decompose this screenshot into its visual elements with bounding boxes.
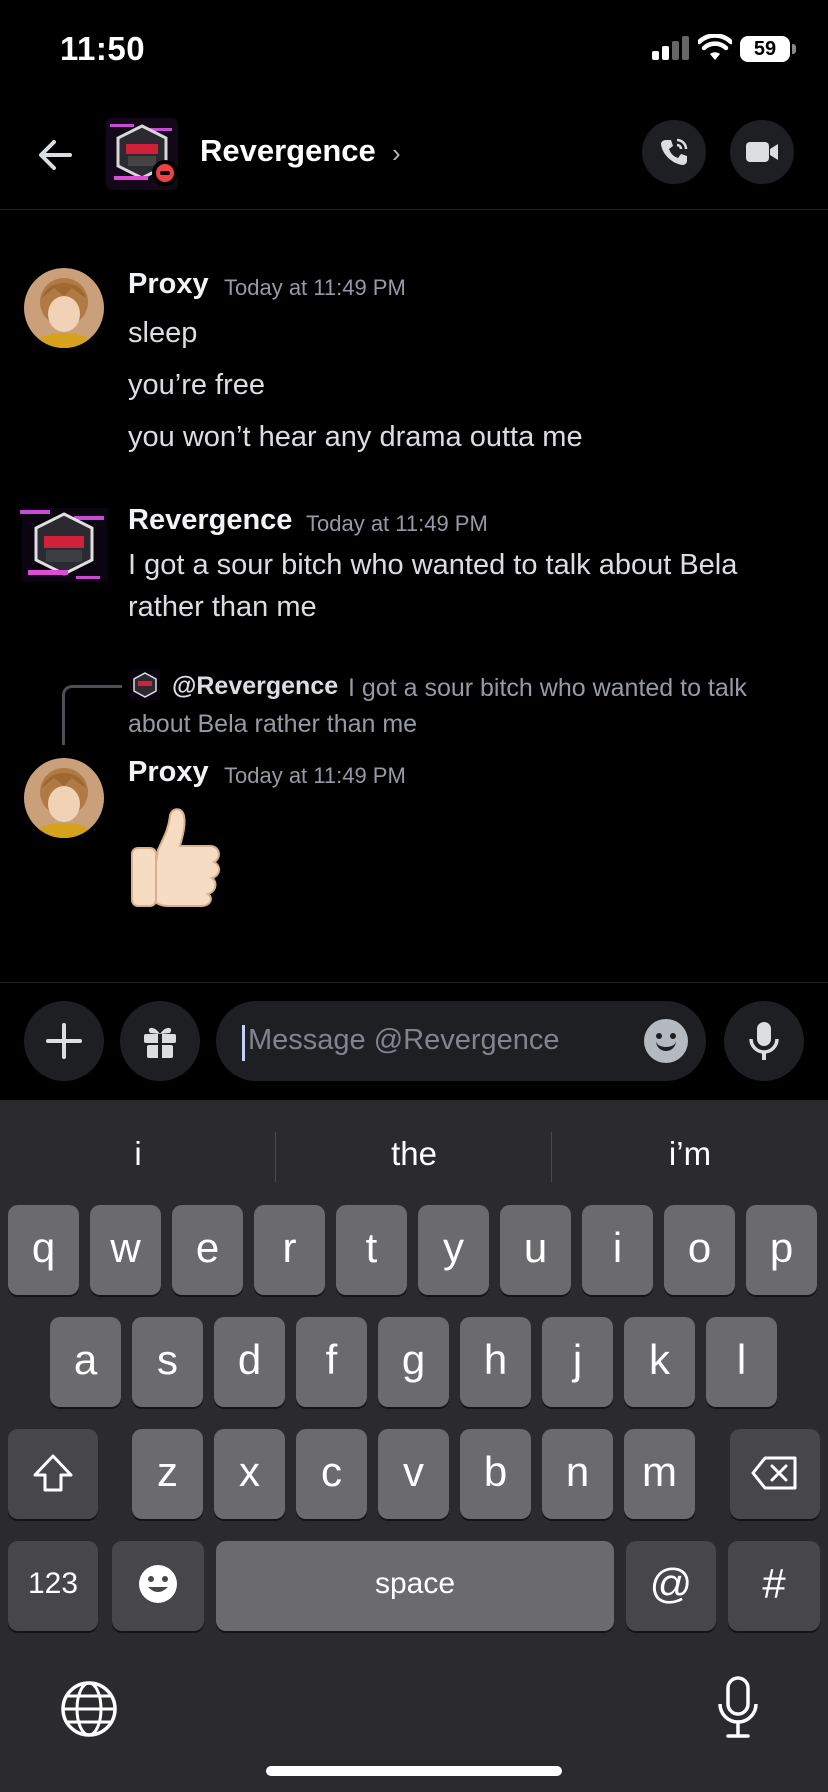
message-input-placeholder: Message @Revergence [248, 1024, 560, 1056]
backspace-key[interactable] [730, 1429, 820, 1519]
key-d[interactable]: d [214, 1317, 285, 1407]
avatar[interactable] [24, 758, 104, 838]
dictation-microphone-icon[interactable] [716, 1676, 760, 1740]
at-key[interactable]: @ [626, 1541, 716, 1631]
key-w[interactable]: w [90, 1205, 161, 1295]
reply-mention[interactable]: @Revergence [172, 672, 338, 701]
backspace-icon [751, 1456, 797, 1490]
key-o[interactable]: o [664, 1205, 735, 1295]
microphone-icon [749, 1022, 779, 1060]
key-y[interactable]: y [418, 1205, 489, 1295]
back-arrow-icon[interactable] [32, 130, 82, 180]
key-c[interactable]: c [296, 1429, 367, 1519]
key-g[interactable]: g [378, 1317, 449, 1407]
video-camera-icon [746, 142, 778, 162]
emoji-icon [139, 1565, 177, 1603]
key-f[interactable]: f [296, 1317, 367, 1407]
emoji-picker-icon[interactable] [644, 1019, 688, 1063]
key-p[interactable]: p [746, 1205, 817, 1295]
emoji-keyboard-key[interactable] [112, 1541, 204, 1631]
gift-icon [144, 1027, 176, 1058]
ios-keyboard: i the i’m q w e r t y u i o p a s d f g … [0, 1100, 828, 1792]
status-bar: 11:50 59 [0, 0, 828, 100]
shift-arrow-icon [33, 1454, 73, 1492]
message-line: I got a sour bitch who wanted to talk ab… [128, 549, 738, 581]
message-author[interactable]: Proxy [128, 756, 209, 789]
message-line: you’re free [128, 369, 266, 401]
thumbs-up-icon [131, 808, 220, 907]
key-x[interactable]: x [214, 1429, 285, 1519]
dm-header: Revergence › [0, 100, 828, 210]
plus-icon [46, 1023, 82, 1059]
suggestion[interactable]: the [276, 1124, 552, 1184]
voice-call-button[interactable] [642, 120, 706, 184]
key-z[interactable]: z [132, 1429, 203, 1519]
message-line: sleep [128, 317, 198, 349]
revergence-avatar-image [20, 508, 108, 582]
header-title[interactable]: Revergence [200, 133, 376, 169]
message-line: you won’t hear any drama outta me [128, 421, 583, 453]
key-r[interactable]: r [254, 1205, 325, 1295]
home-indicator[interactable] [266, 1766, 562, 1776]
status-time: 11:50 [60, 30, 146, 67]
reply-avatar [130, 670, 160, 700]
message-line: rather than me [128, 591, 317, 623]
key-j[interactable]: j [542, 1317, 613, 1407]
hash-key[interactable]: # [728, 1541, 820, 1631]
phone-icon [661, 138, 688, 165]
key-l[interactable]: l [706, 1317, 777, 1407]
proxy-avatar-image [24, 268, 104, 348]
avatar[interactable] [24, 268, 104, 348]
text-caret [242, 1025, 245, 1061]
suggestion[interactable]: i’m [552, 1124, 828, 1184]
voice-message-button[interactable] [724, 1001, 804, 1081]
reply-preview[interactable]: about Bela rather than me [128, 706, 417, 742]
wifi-icon [698, 34, 732, 60]
key-u[interactable]: u [500, 1205, 571, 1295]
add-attachment-button[interactable] [24, 1001, 104, 1081]
proxy-avatar-image [24, 758, 104, 838]
message-timestamp: Today at 11:49 PM [224, 275, 406, 300]
key-t[interactable]: t [336, 1205, 407, 1295]
avatar[interactable] [18, 506, 110, 586]
key-q[interactable]: q [8, 1205, 79, 1295]
key-h[interactable]: h [460, 1317, 531, 1407]
reply-preview[interactable]: I got a sour bitch who wanted to talk [348, 670, 747, 706]
message-author[interactable]: Proxy [128, 268, 209, 301]
key-v[interactable]: v [378, 1429, 449, 1519]
key-b[interactable]: b [460, 1429, 531, 1519]
message-timestamp: Today at 11:49 PM [306, 511, 488, 536]
key-i[interactable]: i [582, 1205, 653, 1295]
reply-connector [62, 685, 122, 745]
key-e[interactable]: e [172, 1205, 243, 1295]
key-s[interactable]: s [132, 1317, 203, 1407]
chevron-right-icon[interactable]: › [392, 138, 401, 169]
message-author[interactable]: Revergence [128, 504, 292, 537]
cellular-signal-icon [652, 36, 690, 60]
globe-icon[interactable] [60, 1680, 118, 1738]
key-m[interactable]: m [624, 1429, 695, 1519]
gift-button[interactable] [120, 1001, 200, 1081]
key-n[interactable]: n [542, 1429, 613, 1519]
dnd-status-icon [152, 160, 178, 186]
video-call-button[interactable] [730, 120, 794, 184]
key-k[interactable]: k [624, 1317, 695, 1407]
message-timestamp: Today at 11:49 PM [224, 763, 406, 788]
predictive-bar: i the i’m [0, 1124, 828, 1184]
message-composer: Message @Revergence [0, 982, 828, 1100]
battery-indicator: 59 [740, 36, 796, 62]
numbers-key[interactable]: 123 [8, 1541, 98, 1631]
message-input[interactable]: Message @Revergence [216, 1001, 706, 1081]
space-key[interactable]: space [216, 1541, 614, 1631]
message-list[interactable]: Proxy Today at 11:49 PM sleep you’re fre… [0, 210, 828, 982]
key-a[interactable]: a [50, 1317, 121, 1407]
suggestion[interactable]: i [0, 1124, 276, 1184]
shift-key[interactable] [8, 1429, 98, 1519]
